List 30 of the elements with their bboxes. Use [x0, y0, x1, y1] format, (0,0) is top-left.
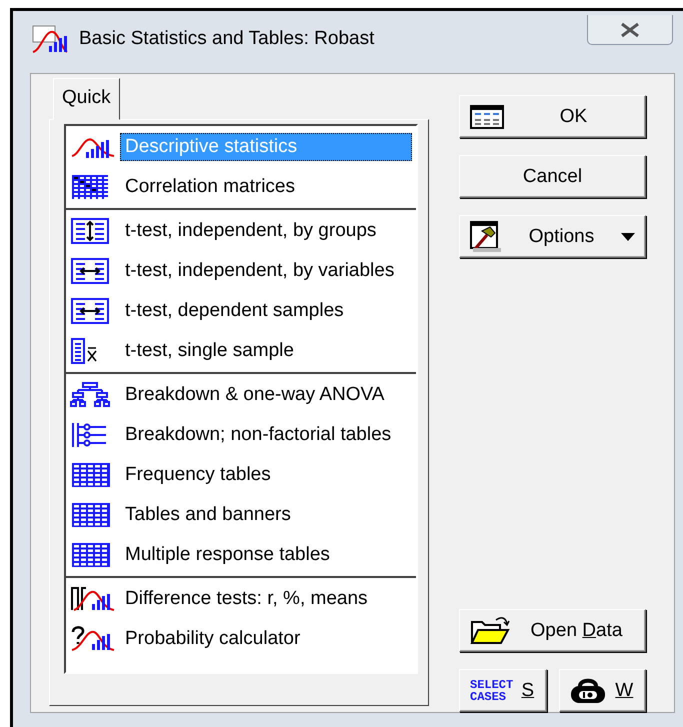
hammer-icon	[470, 220, 502, 252]
ok-button[interactable]: OK	[459, 95, 646, 138]
list-item[interactable]: Difference tests: r, %, means	[120, 585, 412, 613]
list-item[interactable]: Frequency tables	[120, 461, 412, 489]
sheet-mean-icon	[70, 338, 98, 364]
folder-icon	[470, 616, 510, 646]
question-distribution-icon	[70, 626, 116, 652]
list-item[interactable]: t-test, single sample	[120, 337, 412, 365]
app-icon	[31, 24, 69, 54]
weight-button[interactable]: W	[558, 669, 646, 712]
list-item[interactable]: t-test, independent, by groups	[120, 217, 412, 245]
list-item[interactable]: t-test, independent, by variables	[120, 257, 412, 285]
tab[interactable]: Quick	[53, 78, 120, 120]
list-item[interactable]: Correlation matrices	[120, 173, 412, 201]
cancel-button[interactable]: Cancel	[459, 155, 646, 198]
list-item[interactable]: Breakdown; non-factorial tables	[120, 421, 412, 449]
weight-icon	[570, 678, 606, 704]
list-item[interactable]: t-test, dependent samples	[120, 297, 412, 325]
open-data-button[interactable]: Open Data	[459, 609, 646, 652]
window-title: Basic Statistics and Tables: Robast	[79, 28, 376, 50]
bars-distribution-icon	[70, 586, 116, 612]
close-button[interactable]	[587, 15, 673, 45]
list-item[interactable]: Probability calculator	[120, 625, 412, 653]
list-item[interactable]: Multiple response tables	[120, 541, 412, 569]
list-item[interactable]: Breakdown & one-way ANOVA	[120, 381, 412, 409]
spreadsheet-icon	[470, 104, 504, 128]
options-button[interactable]: Options	[459, 215, 646, 258]
list-item[interactable]: Tables and banners	[120, 501, 412, 529]
close-icon	[619, 22, 641, 38]
dropdown-caret-icon	[621, 232, 635, 240]
